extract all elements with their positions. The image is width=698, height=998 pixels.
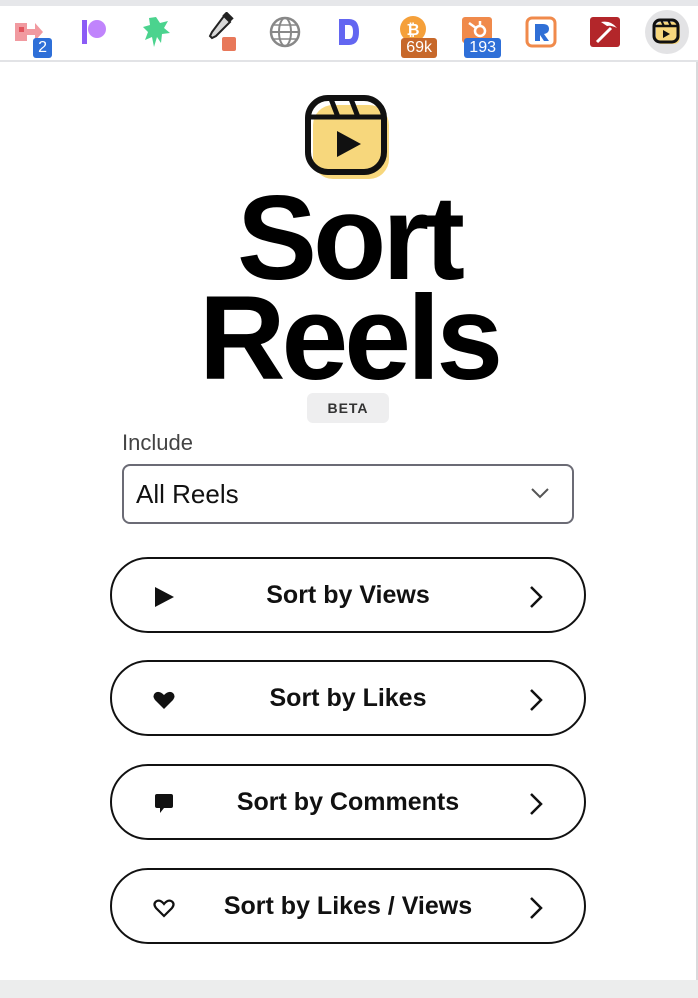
extension-pickaxe[interactable] xyxy=(583,10,627,54)
sort-by-likes-button[interactable]: Sort by Likes xyxy=(110,660,586,736)
extension-badge: 2 xyxy=(33,38,52,58)
r-square-icon xyxy=(525,16,557,48)
sort-by-comments-label: Sort by Comments xyxy=(236,787,460,816)
globe-icon xyxy=(269,16,301,48)
include-label: Include xyxy=(122,430,193,455)
chevron-down-icon xyxy=(531,488,549,499)
svg-text:₿: ₿ xyxy=(406,21,419,39)
sort-by-likes-views-label: Sort by Likes / Views xyxy=(223,891,473,920)
sort-reels-popup: Sort Reels BETA Include All Reels Sort b… xyxy=(0,62,698,980)
extension-d[interactable] xyxy=(327,10,371,54)
heart-filled-icon xyxy=(153,691,175,709)
include-select-value: All Reels xyxy=(136,478,239,509)
play-icon xyxy=(155,587,174,607)
sort-by-views-label: Sort by Views xyxy=(266,580,430,609)
green-fern-icon xyxy=(143,17,170,47)
d-letter-icon xyxy=(339,19,359,45)
extension-bitcoin[interactable]: ₿ 69k xyxy=(391,10,437,58)
chevron-right-icon xyxy=(530,586,543,608)
comment-icon xyxy=(155,794,173,813)
sort-by-likes-label: Sort by Likes xyxy=(269,683,427,712)
extension-flag-arrow[interactable]: 2 xyxy=(8,10,52,58)
sort-by-views-button[interactable]: Sort by Views xyxy=(110,557,586,633)
bottom-bar xyxy=(0,980,698,998)
extension-sort-reels[interactable] xyxy=(645,10,689,54)
app-title-line2: Reels xyxy=(198,271,503,405)
extension-fern[interactable] xyxy=(135,10,179,54)
extension-r[interactable] xyxy=(519,10,563,54)
extensions-toolbar: 2 ₿ 69k 193 xyxy=(0,0,698,62)
extension-patreon[interactable] xyxy=(72,10,116,54)
pickaxe-icon xyxy=(590,17,620,47)
extension-globe[interactable] xyxy=(263,10,307,54)
reels-logo-icon xyxy=(305,95,389,179)
heart-outline-icon xyxy=(153,899,175,918)
chevron-right-icon xyxy=(530,897,543,919)
eyedropper-icon xyxy=(208,12,236,51)
extension-badge: 193 xyxy=(464,38,501,58)
extension-badge: 69k xyxy=(401,38,437,58)
chevron-right-icon xyxy=(530,689,543,711)
extension-eyedropper[interactable] xyxy=(199,10,243,54)
sort-by-likes-views-button[interactable]: Sort by Likes / Views xyxy=(110,868,586,944)
chevron-right-icon xyxy=(530,793,543,815)
patreon-p-icon xyxy=(82,20,106,44)
include-select[interactable]: All Reels xyxy=(122,464,574,524)
beta-badge: BETA xyxy=(307,393,389,423)
reels-icon xyxy=(652,18,680,44)
sort-by-comments-button[interactable]: Sort by Comments xyxy=(110,764,586,840)
extension-hubspot[interactable]: 193 xyxy=(455,10,501,58)
